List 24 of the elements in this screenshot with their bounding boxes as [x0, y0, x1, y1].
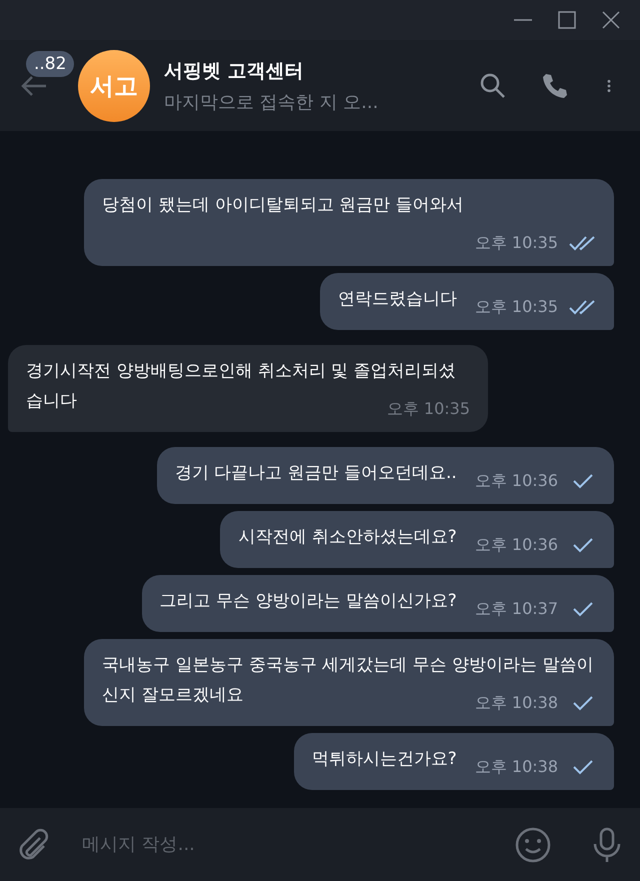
- maximize-icon[interactable]: [556, 9, 578, 31]
- message-bubble: 경기 다끝나고 원금만 들어오던데요.. 오후 10:36: [156, 447, 614, 504]
- back-arrow-icon[interactable]: [20, 74, 48, 96]
- message-time: 오후 10:35: [386, 398, 470, 420]
- message-bubble: 당첨이 됐는데 아이디탈퇴되고 원금만 들어와서 오후 10:35: [84, 179, 614, 266]
- chat-title: 서핑벳 고객센터: [164, 58, 305, 84]
- message-bubble: 국내농구 일본농구 중국농구 세게갔는데 무슨 양방이라는 말씀이신지 잘모르겠네요 오후 10:38: [84, 639, 614, 726]
- message-time: 오후 10:35: [474, 296, 558, 318]
- message-bubble: 먹튀하시는건가요? 오후 10:38: [294, 733, 614, 790]
- unread-badge: ..82: [26, 51, 74, 77]
- message-time: 오후 10:36: [474, 470, 558, 492]
- message-bubble: 연락드렸습니다 오후 10:35: [320, 273, 614, 330]
- message-time: 오후 10:35: [474, 232, 558, 254]
- message-time: 오후 10:36: [474, 534, 558, 556]
- message-bubble: 시작전에 취소안하셨는데요? 오후 10:36: [220, 511, 614, 568]
- message-time: 오후 10:38: [474, 756, 558, 778]
- message-time: 오후 10:38: [474, 692, 558, 714]
- last-seen-status: 마지막으로 접속한 지 오...: [164, 90, 380, 114]
- avatar[interactable]: 서고: [78, 50, 150, 122]
- message-bubble: 경기시작전 양방배팅으로인해 취소처리 및 졸업처리되셨습니다 오후 10:35: [8, 345, 488, 432]
- emoji-icon[interactable]: [514, 826, 552, 864]
- message-time: 오후 10:37: [474, 598, 558, 620]
- message-bubble: 그리고 무슨 양방이라는 말씀이신가요? 오후 10:37: [142, 575, 614, 632]
- close-icon[interactable]: [600, 9, 622, 31]
